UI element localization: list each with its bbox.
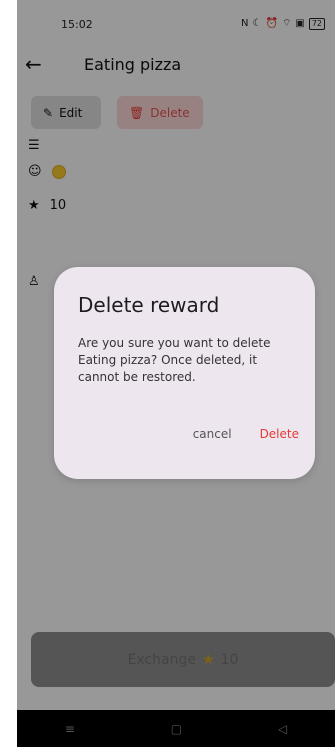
phone-screen: 15:02 N ☾ ⏰ ⌔ ▣ 72 ← Eating pizza ✎ Edit… — [17, 0, 335, 747]
system-nav-bar: ≡ ▢ ◁ — [17, 710, 335, 747]
cancel-button[interactable]: cancel — [193, 427, 232, 441]
menu-icon[interactable]: ≡ — [65, 722, 75, 736]
dialog-message: Are you sure you want to delete Eating p… — [78, 336, 271, 384]
dialog-title: Delete reward — [78, 293, 220, 317]
back-icon[interactable]: ◁ — [278, 722, 287, 736]
home-icon[interactable]: ▢ — [171, 722, 182, 736]
delete-dialog: Delete reward Are you sure you want to d… — [54, 267, 315, 479]
dialog-actions: cancel Delete — [193, 427, 299, 441]
confirm-delete-button[interactable]: Delete — [260, 427, 299, 441]
